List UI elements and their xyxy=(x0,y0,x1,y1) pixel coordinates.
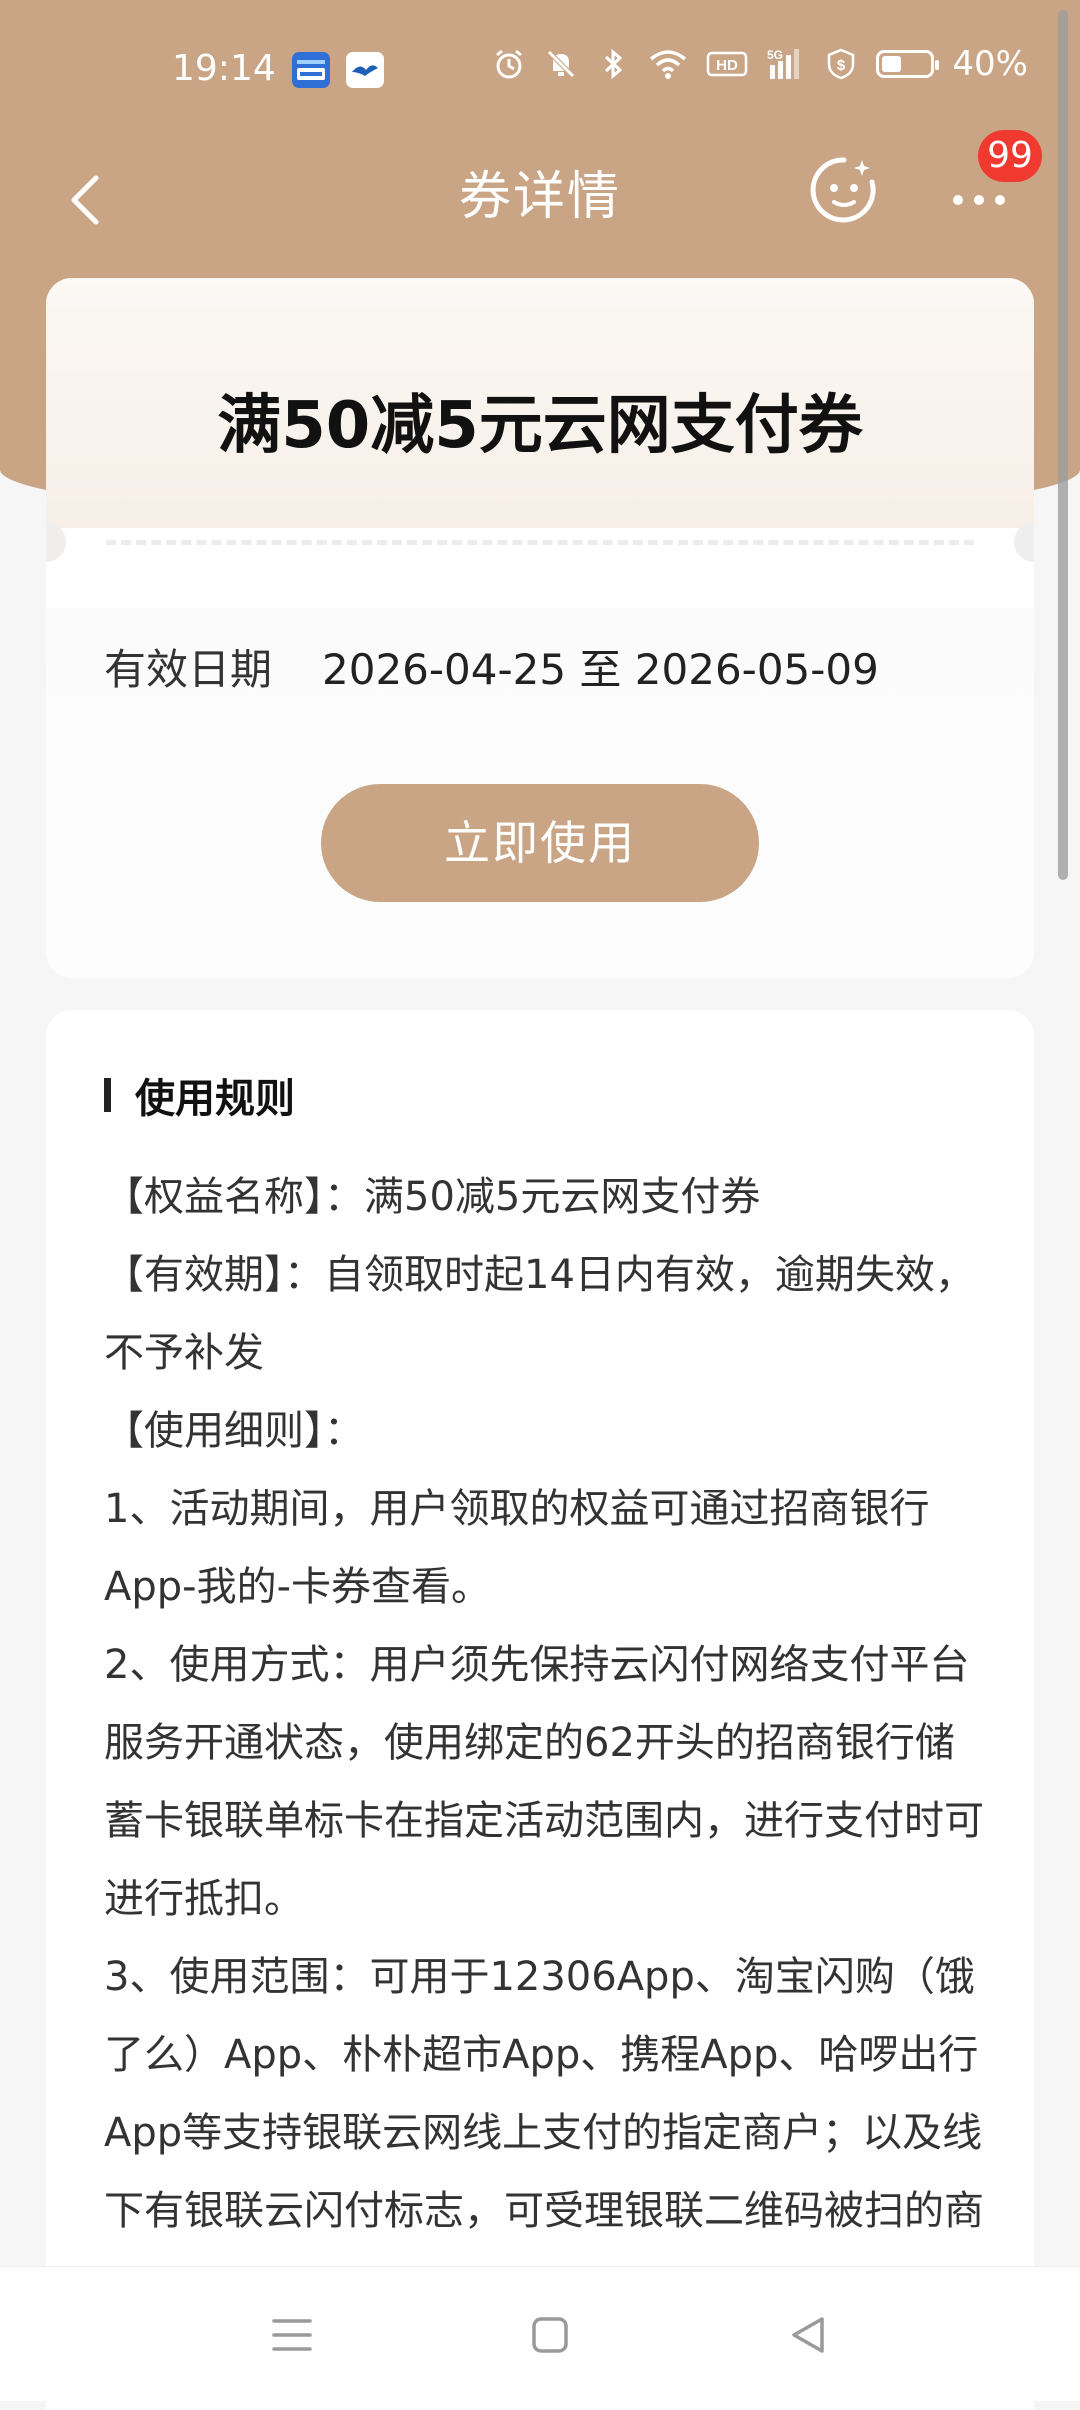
bluetooth-icon xyxy=(596,47,630,81)
svg-text:$: $ xyxy=(837,57,846,74)
rule-paragraph: 【使用细则】： xyxy=(104,1408,364,1454)
rules-header: 使用规则 xyxy=(104,1066,295,1124)
recent-apps-button[interactable] xyxy=(262,2305,322,2365)
scrollbar[interactable] xyxy=(1058,10,1068,880)
status-time: 19:14 xyxy=(172,48,276,89)
battery-icon xyxy=(876,50,940,78)
use-now-button[interactable]: 立即使用 xyxy=(321,784,759,902)
home-square-icon xyxy=(532,2317,568,2353)
svg-text:5G: 5G xyxy=(767,48,783,62)
nav-bar: 券详情 xyxy=(0,140,1080,270)
robot-face-icon xyxy=(810,157,876,223)
wifi-icon xyxy=(648,47,688,81)
coupon-card: 满50减5元云网支付券 有效日期 2026-04-25 至 2026-05-09… xyxy=(46,278,1034,978)
system-nav-bar xyxy=(0,2266,1080,2401)
notification-badge: 99 xyxy=(978,130,1042,182)
rule-paragraph: 1、活动期间，用户领取的权益可通过招商银行App-我的-卡券查看。 xyxy=(104,1486,930,1610)
shield-pay-icon: $ xyxy=(824,47,858,81)
section-marker xyxy=(104,1078,111,1112)
system-back-button[interactable] xyxy=(778,2305,838,2365)
rules-card: 使用规则 【权益名称】：满50减5元云网支付券 【有效期】：自领取时起14日内有… xyxy=(46,1010,1034,2410)
rule-paragraph: 2、使用方式：用户须先保持云闪付网络支付平台服务开通状态，使用绑定的62开头的招… xyxy=(104,1642,984,1922)
signal-5g-icon: 5G xyxy=(766,47,806,81)
rules-body: 【权益名称】：满50减5元云网支付券 【有效期】：自领取时起14日内有效，逾期失… xyxy=(104,1158,984,2328)
bird-app-icon xyxy=(346,52,384,88)
menu-icon xyxy=(272,2319,312,2351)
page-title: 券详情 xyxy=(458,167,621,227)
alarm-icon xyxy=(492,47,526,81)
ticket-divider xyxy=(106,540,974,545)
valid-date-label: 有效日期 xyxy=(104,645,273,694)
app-notification-icon xyxy=(292,52,330,88)
hd-icon: HD xyxy=(706,47,748,81)
rule-paragraph: 【权益名称】：满50减5元云网支付券 xyxy=(104,1174,761,1220)
svg-text:HD: HD xyxy=(717,57,739,74)
ticket-notch-right xyxy=(1014,522,1034,562)
mute-icon xyxy=(544,47,578,81)
rules-title: 使用规则 xyxy=(135,1076,295,1122)
assistant-button[interactable] xyxy=(806,152,882,228)
coupon-title: 满50减5元云网支付券 xyxy=(217,389,863,463)
status-bar: 19:14 HD 5G $ 40% xyxy=(0,0,1080,140)
back-triangle-icon xyxy=(792,2317,824,2353)
valid-date-value: 2026-04-25 至 2026-05-09 xyxy=(322,645,879,694)
home-button[interactable] xyxy=(520,2305,580,2365)
rule-paragraph: 【有效期】：自领取时起14日内有效，逾期失效，不予补发 xyxy=(104,1252,975,1376)
ticket-notch-left xyxy=(46,522,66,562)
battery-percent: 40% xyxy=(952,44,1028,84)
